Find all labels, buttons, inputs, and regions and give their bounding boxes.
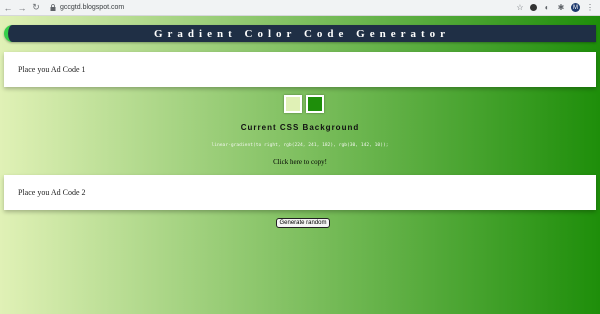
- ad-placeholder-2: Place you Ad Code 2: [18, 188, 86, 197]
- bookmark-star-icon[interactable]: ☆: [516, 3, 524, 12]
- extension-2-icon[interactable]: ◐: [543, 3, 551, 12]
- address-bar[interactable]: gccgtd.blogspot.com: [60, 4, 124, 11]
- forward-arrow-icon[interactable]: →: [16, 2, 28, 14]
- menu-kebab-icon[interactable]: ⋮: [586, 3, 594, 12]
- page-header: Gradient Color Code Generator: [4, 25, 596, 42]
- extension-icon[interactable]: [530, 4, 537, 11]
- reload-icon[interactable]: ↻: [30, 2, 42, 14]
- copy-link[interactable]: Click here to copy!: [0, 158, 600, 166]
- css-heading: Current CSS Background: [240, 123, 360, 132]
- extensions-puzzle-icon[interactable]: ✱: [557, 3, 565, 12]
- browser-toolbar: ← → ↻ gccgtd.blogspot.com ☆ ◐ ✱ M ⋮: [0, 0, 600, 16]
- lock-icon[interactable]: [48, 2, 58, 14]
- ad-placeholder-1: Place you Ad Code 1: [18, 65, 86, 74]
- page-title: Gradient Color Code Generator: [153, 27, 451, 40]
- color-swatches: [284, 95, 324, 113]
- back-arrow-icon[interactable]: ←: [2, 2, 14, 14]
- ad-box-2: Place you Ad Code 2: [4, 175, 596, 210]
- generate-random-button[interactable]: Generate random: [276, 218, 330, 228]
- ad-box-1: Place you Ad Code 1: [4, 52, 596, 87]
- color-picker-1[interactable]: [284, 95, 302, 113]
- profile-avatar[interactable]: M: [571, 3, 580, 12]
- css-code-output: linear-gradient(to right, rgb(224, 241, …: [211, 143, 389, 148]
- color-picker-2[interactable]: [306, 95, 324, 113]
